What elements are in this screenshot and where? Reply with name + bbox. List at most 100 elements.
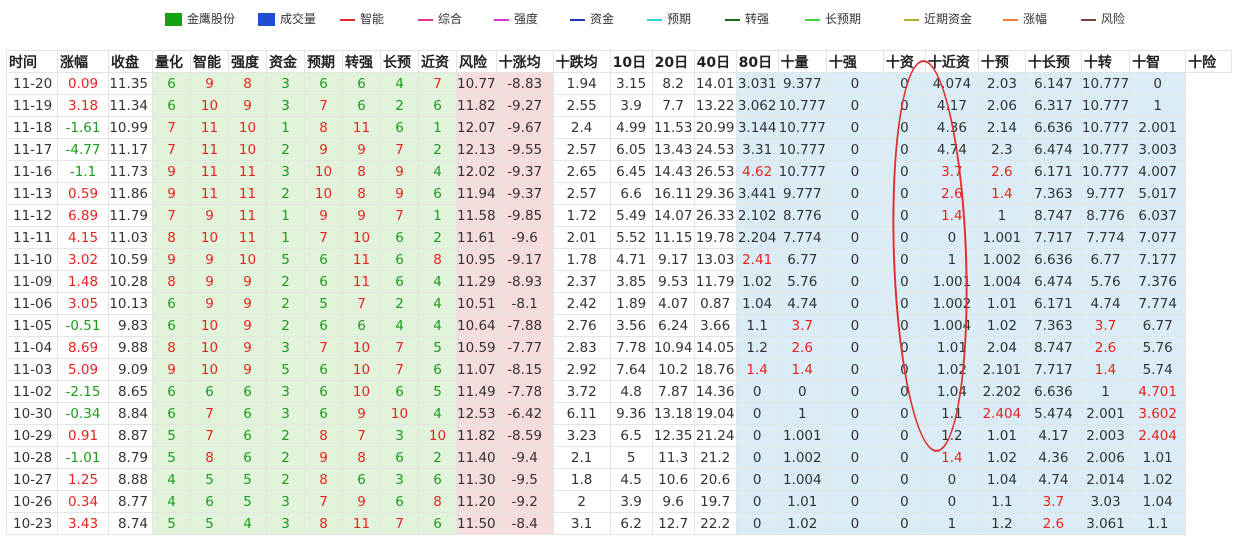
day-range-cell: 6.11: [552, 402, 611, 425]
metric-cell: 8: [342, 160, 381, 183]
table-row[interactable]: 11-06 3.05 10.13 6 9 9 2 5 7 2 4 10.51 -8.1 2.42 1.89 4…: [6, 292, 1232, 315]
column-header[interactable]: 十预: [977, 50, 1026, 73]
table-row[interactable]: 11-02 -2.15 8.65 6 6 6 3 6 10 6 5 11.49 -7.78 3.72 4.8…: [6, 380, 1232, 403]
table-row[interactable]: 10-29 0.91 8.87 5 7 6 2 8 7 3 10 11.82 -8.59 3.23 6.5 1…: [6, 424, 1232, 447]
ten-metric-cell: 4.74: [1024, 468, 1082, 491]
column-header[interactable]: 十近资: [924, 50, 979, 73]
table-row[interactable]: 10-30 -0.34 8.84 6 7 6 3 6 9 10 4 12.53 -6.42 6.11 9.3…: [6, 402, 1232, 425]
metric-cell: 7: [304, 226, 343, 249]
ten-metric-cell: 3.7: [1080, 314, 1131, 337]
day-range-cell: 4.07: [651, 292, 695, 315]
day-range-cell: 4.8: [609, 380, 653, 403]
day-range-cell: 29.36: [693, 182, 737, 205]
day-range-cell: 0.87: [693, 292, 737, 315]
table-row[interactable]: 11-13 0.59 11.86 9 11 11 2 10 8 9 6 11.94 -9.37 2.57 6…: [6, 182, 1232, 205]
ten-metric-cell: 3.31: [735, 138, 779, 161]
column-header[interactable]: 十涨均: [495, 50, 554, 73]
column-header[interactable]: 十量: [777, 50, 827, 73]
metric-cell: 3: [380, 468, 419, 491]
legend-item[interactable]: 智能: [340, 11, 384, 27]
column-header[interactable]: 强度: [228, 50, 267, 73]
table-row[interactable]: 11-03 5.09 9.09 9 10 9 5 6 10 7 6 11.07 -8.15 2.92 7.6…: [6, 358, 1232, 381]
legend-item[interactable]: 预期: [647, 11, 691, 27]
metric-cell: 9: [228, 336, 267, 359]
metric-cell: 11: [342, 512, 381, 535]
ten-metric-cell: 1.4: [924, 204, 979, 227]
ten-metric-cell: 3.03: [1080, 490, 1131, 513]
table-row[interactable]: 10-23 3.43 8.74 5 5 4 3 8 11 7 6 11.50 -8.4 3.1 6.2 12.…: [6, 512, 1232, 535]
ten-down-avg-cell: -9.6: [495, 226, 554, 249]
table-row[interactable]: 11-17 -4.77 11.17 7 11 10 2 9 9 7 2 12.13 -9.55 2.57 6…: [6, 138, 1232, 161]
table-row[interactable]: 11-20 0.09 11.35 6 9 8 3 6 6 4 7 10.77 -8.83 1.94 3.15…: [6, 72, 1232, 95]
column-header[interactable]: 80日: [735, 50, 779, 73]
column-header[interactable]: 收盘: [108, 50, 153, 73]
column-header[interactable]: 40日: [693, 50, 737, 73]
ten-metric-cell: 0: [882, 512, 926, 535]
table-row[interactable]: 11-19 3.18 11.34 6 10 9 3 7 6 2 6 11.82 -9.27 2.55 3.9…: [6, 94, 1232, 117]
metric-cell: 7: [152, 204, 191, 227]
column-header[interactable]: 十强: [825, 50, 884, 73]
table-row[interactable]: 10-27 1.25 8.88 4 5 5 2 8 6 3 6 11.30 -9.5 1.8 4.5 10.6…: [6, 468, 1232, 491]
table-row[interactable]: 10-26 0.34 8.77 4 6 5 3 7 9 6 8 11.20 -9.2 2 3.9 9.6 19.…: [6, 490, 1232, 513]
day-range-cell: 9.36: [609, 402, 653, 425]
column-header[interactable]: 时间: [6, 50, 58, 73]
column-header[interactable]: 10日: [609, 50, 653, 73]
column-header[interactable]: 十险: [1185, 50, 1233, 73]
ten-metric-cell: 4.36: [1024, 446, 1082, 469]
legend-item[interactable]: 综合: [418, 11, 462, 27]
ten-metric-cell: 0: [882, 116, 926, 139]
table-row[interactable]: 11-18 -1.61 10.99 7 11 10 1 8 11 6 1 12.07 -9.67 2.4 4…: [6, 116, 1232, 139]
column-header[interactable]: 智能: [190, 50, 229, 73]
column-header[interactable]: 量化: [152, 50, 191, 73]
column-header[interactable]: 十智: [1129, 50, 1187, 73]
column-header[interactable]: 20日: [651, 50, 695, 73]
close-cell: 11.34: [108, 94, 153, 117]
metric-cell: 7: [190, 402, 229, 425]
legend-item[interactable]: 转强: [725, 11, 769, 27]
column-header[interactable]: 涨幅: [57, 50, 109, 73]
table-row[interactable]: 10-28 -1.01 8.79 5 8 6 2 9 8 6 2 11.40 -9.4 2.1 5 11.3 2…: [6, 446, 1232, 469]
table-row[interactable]: 11-05 -0.51 9.83 6 10 9 2 6 6 4 4 10.64 -7.88 2.76 3.5…: [6, 314, 1232, 337]
metric-cell: 2: [266, 138, 305, 161]
column-header[interactable]: 长预: [380, 50, 419, 73]
ten-metric-cell: 6.636: [1024, 116, 1082, 139]
column-header[interactable]: 十长预: [1024, 50, 1082, 73]
table-row[interactable]: 11-09 1.48 10.28 8 9 9 2 6 11 6 4 11.29 -8.93 2.37 3.8…: [6, 270, 1232, 293]
metric-cell: 10: [342, 226, 381, 249]
ten-metric-cell: 1.004: [777, 468, 827, 491]
metric-cell: 6: [342, 72, 381, 95]
legend-item[interactable]: 成交量: [258, 11, 316, 27]
table-row[interactable]: 11-10 3.02 10.59 9 9 10 5 6 11 6 8 10.95 -9.17 1.78 4.…: [6, 248, 1232, 271]
column-header[interactable]: 十转: [1080, 50, 1131, 73]
day-range-cell: 20.6: [693, 468, 737, 491]
legend-item[interactable]: 近期资金: [904, 11, 972, 27]
metric-cell: 2: [380, 292, 419, 315]
column-header[interactable]: 十资: [882, 50, 926, 73]
column-header[interactable]: 十跌均: [552, 50, 611, 73]
legend-item[interactable]: 资金: [570, 11, 614, 27]
metric-cell: 6: [380, 380, 419, 403]
date-cell: 11-03: [6, 358, 58, 381]
ten-metric-cell: 1.2: [924, 424, 979, 447]
table-row[interactable]: 11-12 6.89 11.79 7 9 11 1 9 9 7 1 11.58 -9.85 1.72 5.4…: [6, 204, 1232, 227]
table-row[interactable]: 11-16 -1.1 11.73 9 11 11 3 10 8 9 4 12.02 -9.37 2.65 6…: [6, 160, 1232, 183]
column-header[interactable]: 近资: [418, 50, 457, 73]
legend-item[interactable]: 金鹰股份: [165, 11, 235, 27]
table-row[interactable]: 11-04 8.69 9.88 8 10 9 3 7 10 7 5 10.59 -7.77 2.83 7.7…: [6, 336, 1232, 359]
column-header[interactable]: 转强: [342, 50, 381, 73]
legend-item[interactable]: 强度: [494, 11, 538, 27]
metric-cell: 5: [152, 424, 191, 447]
column-header[interactable]: 资金: [266, 50, 305, 73]
column-header[interactable]: 风险: [456, 50, 497, 73]
legend-item[interactable]: 涨幅: [1003, 11, 1047, 27]
metric-cell: 6: [418, 468, 457, 491]
day-range-cell: 3.9: [609, 94, 653, 117]
legend-item[interactable]: 风险: [1081, 11, 1125, 27]
day-range-cell: 5.49: [609, 204, 653, 227]
ten-metric-cell: 3.144: [735, 116, 779, 139]
column-header[interactable]: 预期: [304, 50, 343, 73]
change-cell: 8.69: [57, 336, 109, 359]
legend-item[interactable]: 长预期: [805, 11, 861, 27]
metric-cell: 10: [342, 336, 381, 359]
table-row[interactable]: 11-11 4.15 11.03 8 10 11 1 7 10 6 2 11.61 -9.6 2.01 5.…: [6, 226, 1232, 249]
